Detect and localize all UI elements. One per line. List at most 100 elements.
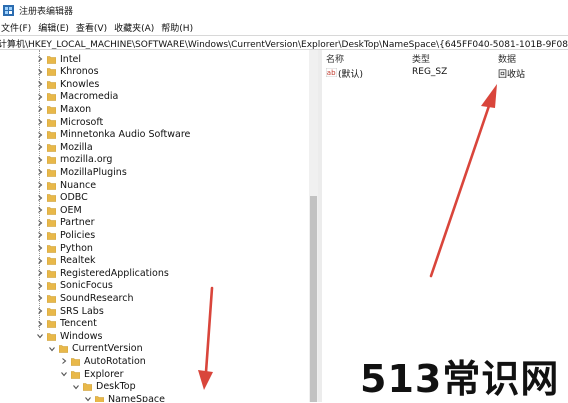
tree-item[interactable]: OEM — [36, 204, 82, 216]
folder-icon — [47, 155, 56, 165]
address-path[interactable]: 计算机\HKEY_LOCAL_MACHINE\SOFTWARE\Windows\… — [0, 37, 568, 49]
folder-icon — [47, 143, 56, 152]
folder-icon — [47, 218, 56, 228]
menu-favorites[interactable]: 收藏夹(A) — [113, 21, 160, 34]
tree-item-label: Tencent — [60, 318, 97, 330]
chevron-right-icon[interactable] — [36, 307, 44, 315]
folder-icon — [47, 181, 56, 190]
tree-item[interactable]: Mozilla — [36, 141, 93, 153]
chevron-down-icon[interactable] — [72, 383, 80, 391]
tree-item[interactable]: Knowles — [36, 78, 99, 90]
registry-tree[interactable]: Intel Khronos Knowles Macromedia Maxon Micros… — [0, 50, 318, 402]
tree-item-label: Nuance — [60, 179, 97, 191]
tree-item-label: Policies — [60, 229, 96, 241]
chevron-right-icon[interactable] — [36, 194, 44, 202]
folder-icon — [47, 294, 56, 303]
tree-item-label: Mozilla — [60, 141, 93, 153]
chevron-right-icon[interactable] — [36, 168, 44, 176]
chevron-right-icon[interactable] — [36, 105, 44, 113]
tree-item[interactable]: Tencent — [36, 318, 97, 330]
chevron-right-icon[interactable] — [36, 181, 44, 189]
folder-icon — [47, 105, 56, 114]
tree-item[interactable]: SRS Labs — [36, 305, 104, 317]
address-bar[interactable]: 计算机\HKEY_LOCAL_MACHINE\SOFTWARE\Windows\… — [0, 35, 568, 50]
tree-item[interactable]: AutoRotation — [60, 355, 146, 367]
tree-item[interactable]: DeskTop — [72, 381, 136, 393]
chevron-right-icon[interactable] — [36, 320, 44, 328]
chevron-right-icon[interactable] — [36, 55, 44, 63]
tree-item[interactable]: ODBC — [36, 192, 88, 204]
value-name: (默认) — [338, 70, 364, 80]
column-header-data[interactable]: 数据 — [498, 52, 516, 65]
tree-item[interactable]: SonicFocus — [36, 280, 113, 292]
column-header-type[interactable]: 类型 — [412, 52, 430, 65]
tree-item-label: Partner — [60, 217, 95, 229]
tree-item[interactable]: CurrentVersion — [48, 343, 143, 355]
annotation-arrow-down — [198, 286, 214, 390]
annotation-arrow-up — [429, 84, 497, 278]
regedit-app-icon — [3, 4, 14, 16]
tree-item[interactable]: Partner — [36, 217, 95, 229]
chevron-right-icon[interactable] — [36, 282, 44, 290]
chevron-right-icon[interactable] — [36, 68, 44, 76]
folder-icon — [95, 395, 104, 402]
tree-item[interactable]: Khronos — [36, 66, 99, 78]
string-value-icon: ab — [326, 68, 337, 77]
column-header-name[interactable]: 名称 — [326, 52, 344, 65]
folder-icon — [47, 55, 56, 64]
tree-item[interactable]: Realtek — [36, 255, 96, 267]
chevron-down-icon[interactable] — [84, 395, 92, 402]
tree-item[interactable]: Windows — [36, 330, 102, 342]
tree-item[interactable]: MozillaPlugins — [36, 166, 127, 178]
menu-help[interactable]: 帮助(H) — [160, 21, 199, 34]
chevron-right-icon[interactable] — [36, 80, 44, 88]
tree-item[interactable]: Microsoft — [36, 116, 103, 128]
tree-item-label: mozilla.org — [60, 154, 113, 166]
chevron-right-icon[interactable] — [36, 156, 44, 164]
chevron-down-icon[interactable] — [36, 332, 44, 340]
menu-file[interactable]: 文件(F) — [0, 21, 37, 34]
tree-item-label: ODBC — [60, 192, 88, 204]
tree-item[interactable]: Nuance — [36, 179, 96, 191]
tree-item-label: SRS Labs — [60, 305, 104, 317]
menu-edit[interactable]: 编辑(E) — [37, 21, 75, 34]
folder-icon — [47, 130, 56, 139]
tree-item[interactable]: Explorer — [60, 368, 124, 380]
chevron-right-icon[interactable] — [36, 93, 44, 101]
folder-icon — [71, 357, 80, 366]
folder-icon — [47, 269, 56, 278]
folder-icon — [47, 256, 56, 265]
chevron-right-icon[interactable] — [36, 244, 44, 252]
chevron-right-icon[interactable] — [36, 294, 44, 302]
tree-item[interactable]: Policies — [36, 229, 95, 241]
chevron-down-icon[interactable] — [48, 345, 56, 353]
chevron-right-icon[interactable] — [36, 219, 44, 227]
folder-icon — [47, 80, 56, 89]
tree-scrollbar-thumb[interactable] — [310, 196, 317, 402]
tree-item-label: Macromedia — [60, 91, 119, 103]
tree-item[interactable]: RegisteredApplications — [36, 267, 169, 279]
tree-item[interactable]: mozilla.org — [36, 154, 112, 166]
chevron-right-icon[interactable] — [36, 118, 44, 126]
folder-icon — [47, 332, 56, 341]
chevron-right-icon[interactable] — [36, 257, 44, 265]
tree-item-label: NameSpace — [108, 393, 165, 402]
chevron-right-icon[interactable] — [36, 143, 44, 151]
chevron-right-icon[interactable] — [60, 357, 68, 365]
tree-item-label: RegisteredApplications — [60, 267, 169, 279]
tree-item[interactable]: NameSpace — [84, 393, 165, 402]
value-row-default[interactable]: ab (默认) REG_SZ 回收站 — [322, 66, 568, 80]
chevron-right-icon[interactable] — [36, 231, 44, 239]
chevron-right-icon[interactable] — [36, 131, 44, 139]
tree-item[interactable]: Macromedia — [36, 91, 118, 103]
chevron-down-icon[interactable] — [60, 370, 68, 378]
chevron-right-icon[interactable] — [36, 269, 44, 277]
menu-view[interactable]: 查看(V) — [75, 21, 113, 34]
tree-item[interactable]: Minnetonka Audio Software — [36, 129, 190, 141]
tree-item[interactable]: SoundResearch — [36, 292, 134, 304]
folder-icon — [47, 67, 56, 76]
tree-item[interactable]: Maxon — [36, 103, 91, 115]
chevron-right-icon[interactable] — [36, 206, 44, 214]
tree-item[interactable]: Python — [36, 242, 93, 254]
tree-item[interactable]: Intel — [36, 53, 81, 65]
